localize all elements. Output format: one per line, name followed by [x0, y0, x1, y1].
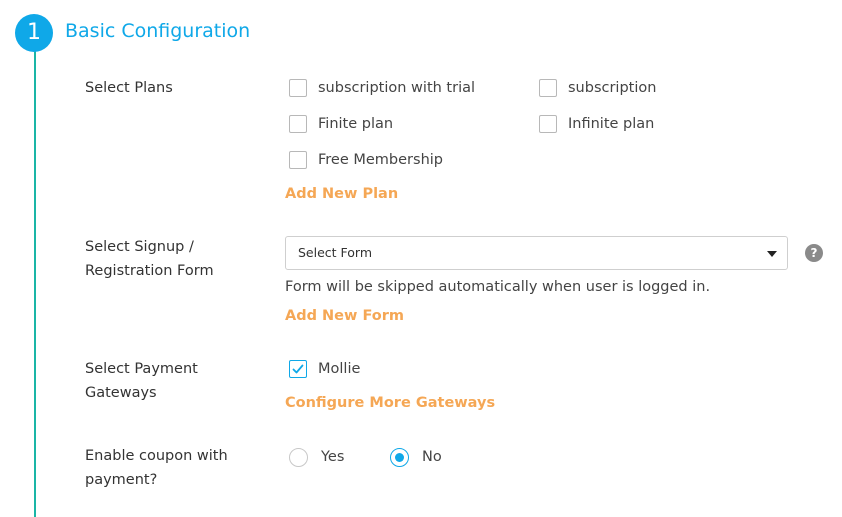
coupon-option-yes[interactable]: Yes [289, 446, 344, 468]
checkbox[interactable] [539, 79, 557, 97]
section-title: Basic Configuration [65, 20, 251, 42]
payment-gateways-label: Select Payment Gateways [85, 357, 255, 405]
plans-label: Select Plans [85, 80, 173, 96]
signup-form-label-line1: Select Signup / [85, 239, 194, 255]
gateway-option-mollie[interactable]: Mollie [289, 358, 360, 380]
signup-form-select-value: Select Form [298, 245, 373, 260]
plan-option-label: subscription [568, 80, 657, 96]
plan-option-finite-plan[interactable]: Finite plan [289, 113, 393, 135]
checkbox[interactable] [289, 151, 307, 169]
signup-form-label: Select Signup / Registration Form [85, 235, 255, 283]
plan-option-label: Free Membership [318, 152, 443, 168]
radio-button[interactable] [289, 447, 308, 467]
plan-option-subscription[interactable]: subscription [539, 77, 656, 99]
checkmark-icon [292, 364, 304, 374]
checkbox-checked[interactable] [289, 360, 307, 378]
form-skip-hint: Form will be skipped automatically when … [285, 279, 711, 295]
coupon-label: Enable coupon with payment? [85, 444, 255, 492]
plan-option-label: Finite plan [318, 116, 394, 132]
plan-option-label: Infinite plan [568, 116, 655, 132]
caret-down-icon [767, 251, 777, 257]
gateway-option-label: Mollie [318, 361, 361, 377]
plan-option-label: subscription with trial [318, 80, 476, 96]
checkbox[interactable] [539, 115, 557, 133]
configure-more-gateways-link[interactable]: Configure More Gateways [285, 395, 495, 411]
coupon-option-label: No [422, 449, 442, 465]
add-new-plan-link[interactable]: Add New Plan [285, 186, 398, 202]
radio-button-selected[interactable] [390, 447, 409, 467]
step-number-badge: 1 [15, 14, 53, 52]
add-new-form-link[interactable]: Add New Form [285, 308, 404, 324]
basic-configuration-step: 1 Basic Configuration Select Plans subsc… [0, 0, 842, 517]
signup-form-label-line2: Registration Form [85, 263, 214, 279]
coupon-option-label: Yes [321, 449, 345, 465]
plan-option-infinite-plan[interactable]: Infinite plan [539, 113, 654, 135]
signup-form-select[interactable]: Select Form [285, 236, 788, 270]
payment-gateways-label-line1: Select Payment [85, 361, 198, 377]
step-timeline-line [34, 40, 36, 517]
payment-gateways-label-line2: Gateways [85, 385, 157, 401]
checkbox[interactable] [289, 115, 307, 133]
coupon-label-line1: Enable coupon with [85, 448, 228, 464]
plan-option-subscription-with-trial[interactable]: subscription with trial [289, 77, 475, 99]
coupon-label-line2: payment? [85, 472, 158, 488]
question-circle-icon[interactable]: ? [805, 244, 823, 262]
plan-option-free-membership[interactable]: Free Membership [289, 149, 443, 171]
checkbox[interactable] [289, 79, 307, 97]
coupon-option-no[interactable]: No [390, 446, 442, 468]
